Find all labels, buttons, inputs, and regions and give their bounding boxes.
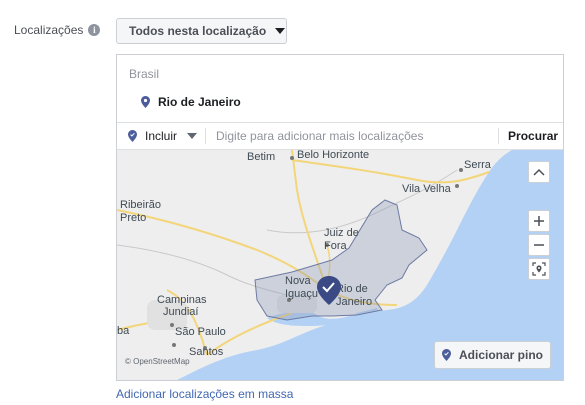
chevron-down-icon [275,28,286,34]
map-label-nova: Nova [285,275,312,287]
map-label-iguacu: Iguaçu [285,288,318,300]
map-zoom-controls [528,210,550,282]
map-label-campinas: Campinas [157,294,207,306]
divider [498,128,500,144]
divider [205,128,207,144]
map-label-ribeirao: Ribeirão [120,199,161,211]
location-search-input[interactable] [214,128,491,144]
chevron-up-icon [533,168,545,176]
map-label-ba: ba [117,325,130,337]
map-label-jundiai: Jundiaí [163,306,198,318]
chevron-down-icon [187,133,198,139]
map-label-serra: Serra [464,159,492,171]
map-label-santos: Santos [189,346,224,358]
map-label-sao-paulo: São Paulo [175,326,226,338]
include-mode-label: Incluir [145,129,178,143]
locations-label: Localizações [14,23,84,37]
map-label-juiz: Juiz de [324,227,359,239]
location-mode-dropdown[interactable]: Todos nesta localização [116,18,287,44]
bulk-add-locations-link[interactable]: Adicionar localizações em massa [116,387,293,401]
add-pin-button[interactable]: Adicionar pino [434,341,551,369]
info-icon[interactable]: i [88,24,101,36]
search-button[interactable]: Procurar [508,129,558,143]
include-bar: Incluir Procurar [117,122,563,150]
map-label-belo-horizonte: Belo Horizonte [297,150,369,161]
minus-icon [534,244,544,246]
selected-location-name: Rio de Janeiro [158,95,241,109]
zoom-out-button[interactable] [528,234,550,256]
include-select[interactable]: Incluir [117,123,198,149]
location-pin-icon [442,349,451,361]
locate-icon [532,262,546,276]
location-mode-value: Todos nesta localização [129,24,267,38]
country-heading: Brasil [129,67,160,81]
recenter-button[interactable] [528,258,550,280]
location-pin-icon [141,96,150,108]
map-label-vila-velha: Vila Velha [402,183,452,195]
map-label-fora: Fora [324,240,348,252]
add-pin-label: Adicionar pino [459,348,543,362]
map-label-janeiro: Janeiro [336,296,372,308]
location-pin-icon [128,130,137,142]
zoom-in-button[interactable] [528,210,550,232]
locations-label-row: Localizações i [14,23,101,37]
selected-location-item[interactable]: Rio de Janeiro [141,95,241,109]
map-label-betim: Betim [247,151,275,163]
map-attribution[interactable]: © OpenStreetMap [125,357,190,366]
locations-panel: Brasil Rio de Janeiro Incluir Procurar [116,54,564,381]
map-label-preto: Preto [120,212,146,224]
plus-icon [534,216,544,226]
collapse-map-button[interactable] [528,161,550,183]
location-map[interactable]: Betim Belo Horizonte Serra Vila Velha Ri… [117,150,563,380]
